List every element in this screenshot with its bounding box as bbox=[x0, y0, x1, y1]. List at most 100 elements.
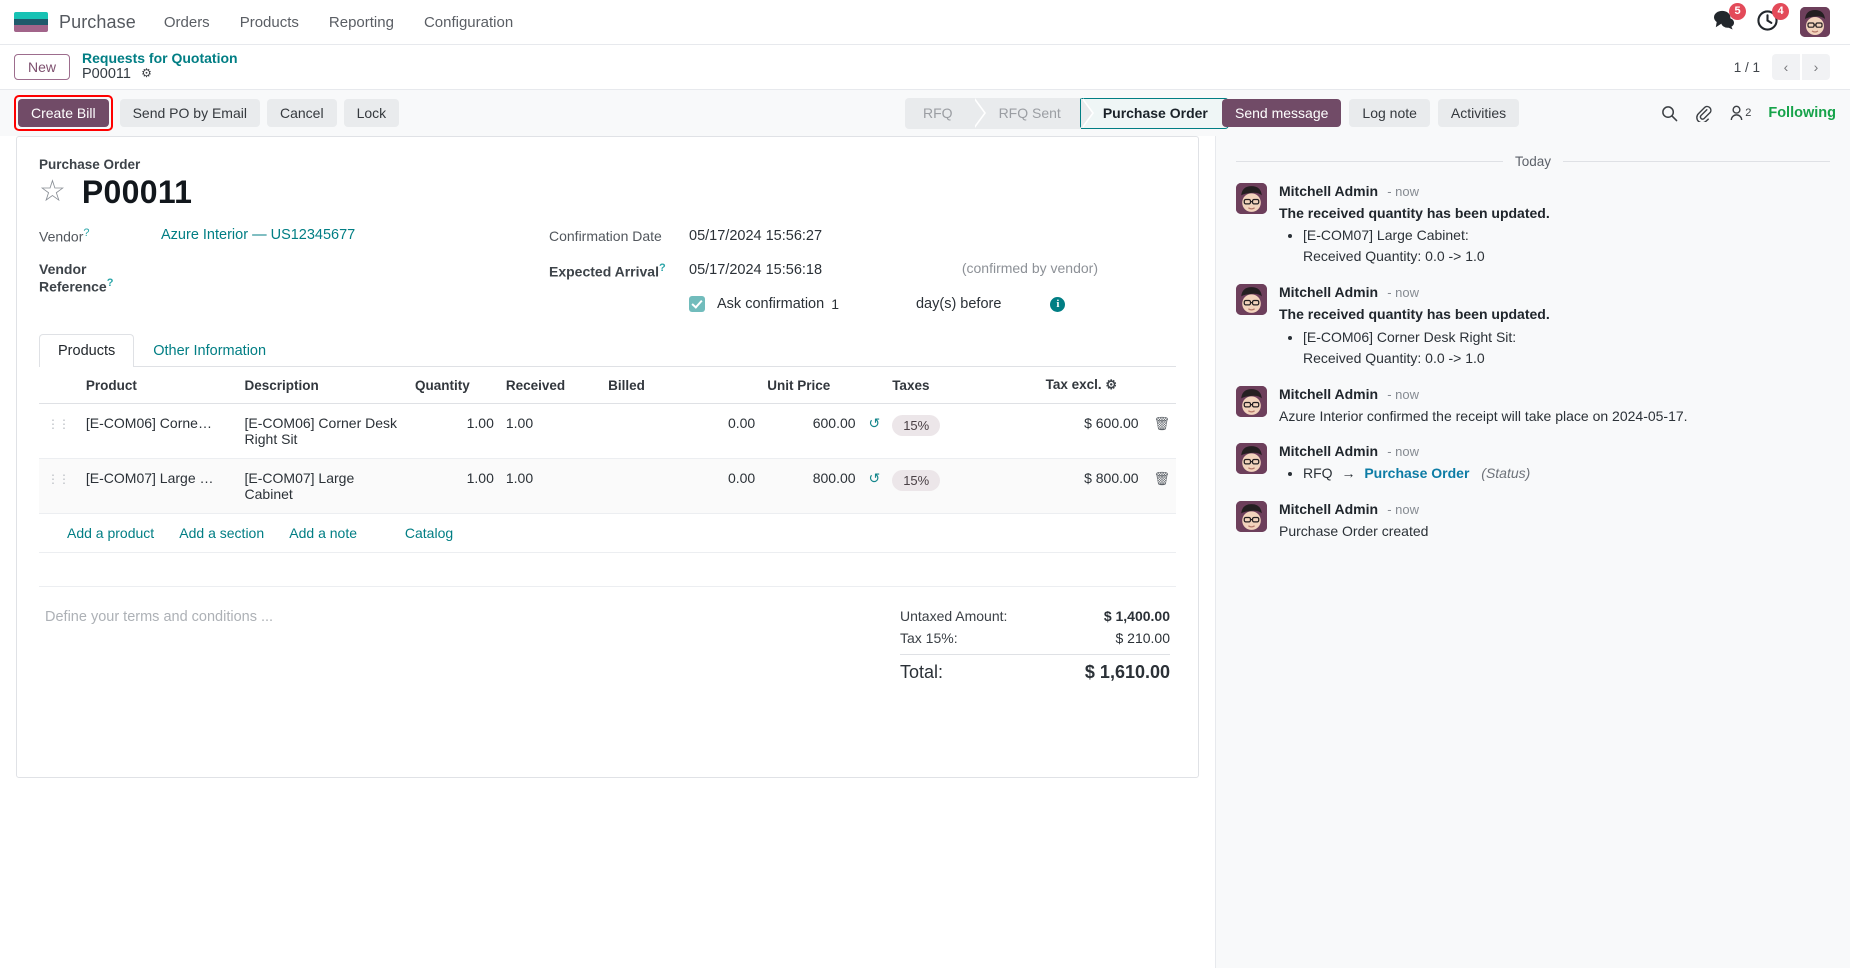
search-icon[interactable] bbox=[1661, 105, 1678, 122]
list-item: Mitchell Admin - now Purchase Order crea… bbox=[1236, 500, 1830, 541]
chat-icon[interactable]: 5 bbox=[1713, 3, 1746, 34]
cell-billed[interactable]: 0.00 bbox=[602, 403, 762, 459]
reset-price-icon[interactable]: ↺ bbox=[868, 415, 880, 431]
status-bar: RFQ RFQ Sent Purchase Order bbox=[905, 97, 1229, 129]
col-tax-excl: Tax excl. ⚙ bbox=[1039, 367, 1176, 404]
lock-button[interactable]: Lock bbox=[343, 99, 400, 127]
log-note-button[interactable]: Log note bbox=[1349, 99, 1430, 127]
cell-received[interactable]: 1.00 bbox=[499, 458, 603, 514]
total-value: $ 1,610.00 bbox=[1084, 662, 1170, 682]
expected-arrival-value[interactable]: 05/17/2024 15:56:18 bbox=[689, 260, 822, 278]
message-author[interactable]: Mitchell Admin bbox=[1279, 501, 1378, 517]
message-author[interactable]: Mitchell Admin bbox=[1279, 443, 1378, 459]
app-name[interactable]: Purchase bbox=[59, 12, 136, 33]
attachment-icon[interactable] bbox=[1695, 105, 1712, 122]
ask-confirmation-checkbox[interactable] bbox=[689, 296, 705, 312]
expected-arrival-label: Expected Arrival? bbox=[549, 262, 666, 280]
clock-icon[interactable]: 4 bbox=[1757, 2, 1789, 35]
breadcrumb-parent[interactable]: Requests for Quotation bbox=[82, 50, 238, 67]
catalog-link[interactable]: Catalog bbox=[405, 525, 453, 541]
message-timestamp: - now bbox=[1387, 501, 1420, 517]
cell-unit-price[interactable]: 600.00 ↺ bbox=[761, 403, 887, 459]
add-a-section-link[interactable]: Add a section bbox=[179, 525, 264, 541]
cell-unit-price[interactable]: 800.00 ↺ bbox=[761, 458, 887, 514]
help-icon[interactable]: ? bbox=[659, 262, 666, 274]
row-drag-handle[interactable]: ⋮⋮ bbox=[39, 458, 80, 514]
col-product: Product bbox=[79, 367, 239, 404]
menu-reporting[interactable]: Reporting bbox=[327, 10, 396, 35]
header-fields-right: Confirmation Date 05/17/2024 15:56:27 Ex… bbox=[549, 225, 1176, 312]
table-row[interactable]: ⋮⋮ [E-COM06] Corne… [E-COM06] Corner Des… bbox=[39, 403, 1176, 459]
cell-description[interactable]: [E-COM06] Corner Desk Right Sit bbox=[238, 403, 409, 459]
vendor-value[interactable]: Azure Interior — US12345677 bbox=[161, 225, 355, 243]
delete-row-icon[interactable]: 🗑 bbox=[1153, 471, 1170, 486]
info-icon[interactable]: i bbox=[1050, 296, 1066, 312]
ask-confirmation-days[interactable]: 1 bbox=[831, 296, 839, 312]
untaxed-amount-label: Untaxed Amount: bbox=[900, 608, 1008, 624]
message-author[interactable]: Mitchell Admin bbox=[1279, 284, 1378, 300]
order-lines-body: ⋮⋮ [E-COM06] Corne… [E-COM06] Corner Des… bbox=[39, 403, 1176, 587]
confirmation-date-label: Confirmation Date bbox=[549, 228, 662, 244]
tab-products[interactable]: Products bbox=[39, 334, 135, 367]
gear-icon[interactable]: ⚙ bbox=[141, 66, 152, 80]
message-body: Mitchell Admin - now RFQ → Purchase Orde… bbox=[1279, 443, 1830, 484]
terms-and-conditions-input[interactable]: Define your terms and conditions ... bbox=[45, 605, 900, 686]
cell-received[interactable]: 1.00 bbox=[499, 403, 603, 459]
pager-next-icon[interactable]: › bbox=[1802, 54, 1830, 80]
odoo-logo bbox=[14, 12, 48, 32]
new-button[interactable]: New bbox=[14, 54, 71, 80]
form-column: Purchase Order ☆ P00011 Vendor? Azure In… bbox=[0, 136, 1215, 968]
send-message-button[interactable]: Send message bbox=[1222, 99, 1342, 127]
message-bullet: [E-COM07] Large Cabinet: bbox=[1303, 227, 1469, 244]
cell-subtotal: $ 800.00 🗑 bbox=[1039, 458, 1176, 514]
cell-subtotal: $ 600.00 🗑 bbox=[1039, 403, 1176, 459]
status-purchase-order[interactable]: Purchase Order bbox=[1079, 97, 1229, 129]
followers-icon[interactable]: 2 bbox=[1729, 105, 1751, 121]
cell-taxes[interactable]: 15% bbox=[886, 403, 1040, 459]
favorite-star-icon[interactable]: ☆ bbox=[39, 176, 66, 207]
activities-badge: 4 bbox=[1772, 2, 1789, 20]
message-timestamp: - now bbox=[1387, 443, 1420, 459]
message-timestamp: - now bbox=[1387, 386, 1420, 402]
navbar-right: 5 4 bbox=[1713, 2, 1836, 37]
cancel-button[interactable]: Cancel bbox=[266, 99, 337, 127]
status-rfq-sent[interactable]: RFQ Sent bbox=[972, 97, 1095, 129]
menu-products[interactable]: Products bbox=[238, 10, 301, 35]
message-author[interactable]: Mitchell Admin bbox=[1279, 183, 1378, 199]
cell-product[interactable]: [E-COM07] Large … bbox=[79, 458, 239, 514]
avatar bbox=[1236, 183, 1267, 214]
cell-description[interactable]: [E-COM07] Large Cabinet bbox=[238, 458, 409, 514]
status-rfq[interactable]: RFQ bbox=[905, 97, 986, 129]
reset-price-icon[interactable]: ↺ bbox=[868, 470, 880, 486]
message-timestamp: - now bbox=[1387, 184, 1420, 199]
table-row[interactable]: ⋮⋮ [E-COM07] Large … [E-COM07] Large Cab… bbox=[39, 458, 1176, 514]
cell-quantity[interactable]: 1.00 bbox=[408, 403, 500, 459]
menu-configuration[interactable]: Configuration bbox=[422, 10, 515, 35]
create-bill-button[interactable]: Create Bill bbox=[18, 99, 109, 127]
cell-quantity[interactable]: 1.00 bbox=[408, 458, 500, 514]
message-timestamp: - now bbox=[1387, 285, 1420, 301]
add-a-note-link[interactable]: Add a note bbox=[289, 525, 357, 541]
record-title-row: ☆ P00011 bbox=[39, 174, 1176, 211]
delete-row-icon[interactable]: 🗑 bbox=[1153, 416, 1170, 431]
help-icon[interactable]: ? bbox=[83, 227, 89, 239]
pager-previous-icon[interactable]: ‹ bbox=[1772, 54, 1800, 80]
cell-billed[interactable]: 0.00 bbox=[602, 458, 762, 514]
send-po-by-email-button[interactable]: Send PO by Email bbox=[119, 99, 260, 127]
following-button[interactable]: Following bbox=[1768, 105, 1836, 121]
day-separator-label: Today bbox=[1514, 154, 1552, 169]
menu-orders[interactable]: Orders bbox=[162, 10, 212, 35]
tracking-list: RFQ → Purchase Order (Status) bbox=[1279, 463, 1830, 484]
help-icon[interactable]: ? bbox=[107, 277, 114, 289]
add-a-product-link[interactable]: Add a product bbox=[67, 525, 154, 541]
activities-button[interactable]: Activities bbox=[1437, 99, 1520, 127]
cell-product[interactable]: [E-COM06] Corne… bbox=[79, 403, 239, 459]
message-author[interactable]: Mitchell Admin bbox=[1279, 386, 1378, 402]
optional-columns-icon[interactable]: ⚙ bbox=[1105, 377, 1117, 392]
avatar bbox=[1236, 500, 1267, 532]
tab-other-information[interactable]: Other Information bbox=[134, 334, 285, 367]
tracking-field-name: (Status) bbox=[1481, 464, 1531, 481]
row-drag-handle[interactable]: ⋮⋮ bbox=[39, 403, 80, 459]
cell-taxes[interactable]: 15% bbox=[886, 458, 1040, 514]
user-avatar[interactable] bbox=[1800, 7, 1830, 37]
